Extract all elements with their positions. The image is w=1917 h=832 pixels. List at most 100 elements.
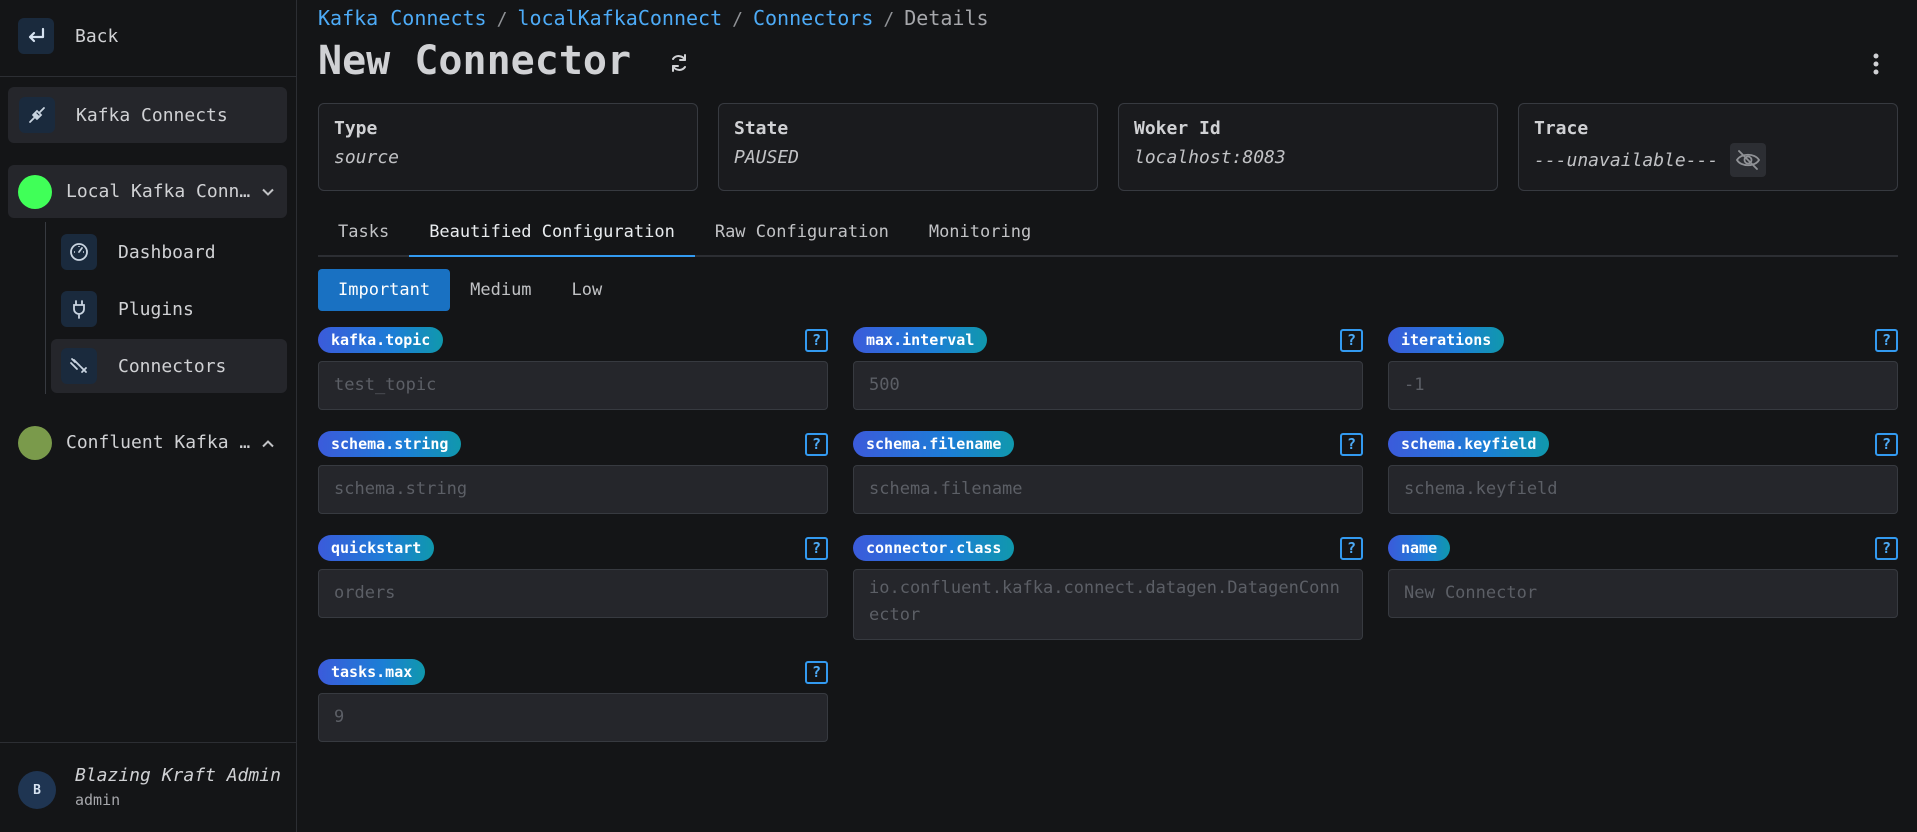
filter-important[interactable]: Important bbox=[318, 269, 451, 311]
avatar: B bbox=[18, 771, 56, 809]
card-label: Trace bbox=[1534, 118, 1589, 139]
sidebar-item-kafka-connects[interactable]: Kafka Connects bbox=[8, 87, 287, 143]
type-card: Type source bbox=[318, 103, 698, 191]
tab-beautified-configuration[interactable]: Beautified Configuration bbox=[409, 212, 695, 257]
more-options-icon[interactable] bbox=[1872, 52, 1880, 81]
breadcrumb-kafka-connects[interactable]: Kafka Connects bbox=[318, 6, 487, 30]
help-icon[interactable]: ? bbox=[805, 329, 828, 352]
card-label: Woker Id bbox=[1134, 118, 1221, 139]
help-icon[interactable]: ? bbox=[1875, 433, 1898, 456]
tab-tasks[interactable]: Tasks bbox=[318, 212, 409, 257]
field-input[interactable]: schema.keyfield bbox=[1388, 465, 1898, 514]
field-input[interactable]: -1 bbox=[1388, 361, 1898, 410]
breadcrumb-separator: / bbox=[732, 9, 743, 30]
sidebar-item-label: Confluent Kafka C… bbox=[66, 432, 256, 453]
field-key-badge: schema.filename bbox=[853, 431, 1015, 457]
field-input[interactable]: schema.filename bbox=[853, 465, 1363, 514]
config-field-quickstart: quickstart ? orders bbox=[318, 535, 828, 618]
card-value: source bbox=[334, 147, 400, 168]
field-key-badge: schema.string bbox=[318, 431, 462, 457]
back-button[interactable]: Back bbox=[18, 18, 118, 54]
config-field-connector-class: connector.class ? io.confluent.kafka.con… bbox=[853, 535, 1363, 640]
field-key-badge: name bbox=[1388, 535, 1451, 561]
breadcrumb-connectors[interactable]: Connectors bbox=[753, 6, 873, 30]
sidebar-item-label: Local Kafka Conne… bbox=[66, 181, 256, 202]
help-icon[interactable]: ? bbox=[1340, 329, 1363, 352]
breadcrumb-separator: / bbox=[496, 9, 508, 30]
worker-id-card: Woker Id localhost:8083 bbox=[1118, 103, 1498, 191]
sidebar-item-confluent-kafka-connect[interactable]: Confluent Kafka C… bbox=[8, 416, 287, 469]
field-key-badge: max.interval bbox=[853, 327, 988, 353]
card-label: Type bbox=[334, 118, 378, 139]
config-field-max-interval: max.interval ? 500 bbox=[853, 327, 1363, 410]
breadcrumb-current: Details bbox=[904, 6, 989, 30]
card-value: PAUSED bbox=[734, 147, 800, 168]
cluster-color-dot bbox=[18, 174, 52, 209]
help-icon[interactable]: ? bbox=[805, 433, 828, 456]
tab-monitoring[interactable]: Monitoring bbox=[909, 212, 1051, 257]
chevron-down-icon bbox=[261, 181, 275, 202]
page-title: New Connector bbox=[318, 38, 632, 84]
eye-off-icon[interactable] bbox=[1730, 143, 1767, 177]
field-key-badge: iterations bbox=[1388, 327, 1505, 353]
sidebar-item-label: Kafka Connects bbox=[76, 104, 228, 126]
config-field-schema-filename: schema.filename ? schema.filename bbox=[853, 431, 1363, 514]
help-icon[interactable]: ? bbox=[805, 537, 828, 560]
importance-filter: Important Medium Low bbox=[318, 269, 622, 311]
refresh-icon[interactable] bbox=[668, 52, 690, 79]
field-input[interactable]: New Connector bbox=[1388, 569, 1898, 618]
breadcrumb-local-kafka-connect[interactable]: localKafkaConnect bbox=[517, 6, 722, 30]
breadcrumb-separator: / bbox=[883, 9, 895, 30]
card-value: localhost:8083 bbox=[1134, 147, 1286, 168]
card-label: State bbox=[734, 118, 789, 139]
plug-icon bbox=[61, 291, 97, 327]
sidebar-item-dashboard[interactable]: Dashboard bbox=[51, 232, 287, 272]
config-field-schema-string: schema.string ? schema.string bbox=[318, 431, 828, 514]
tab-raw-configuration[interactable]: Raw Configuration bbox=[695, 212, 909, 257]
sidebar-item-label: Plugins bbox=[118, 298, 194, 320]
card-value-row: ---unavailable--- bbox=[1534, 143, 1882, 177]
user-profile[interactable]: B Blazing Kraft Admin admin bbox=[0, 742, 297, 832]
divider bbox=[0, 76, 297, 77]
sidebar-item-local-kafka-connect[interactable]: Local Kafka Conne… bbox=[8, 165, 287, 218]
help-icon[interactable]: ? bbox=[1340, 537, 1363, 560]
filter-low[interactable]: Low bbox=[552, 269, 623, 311]
gauge-icon bbox=[61, 234, 97, 270]
breadcrumb: Kafka Connects / localKafkaConnect / Con… bbox=[318, 6, 989, 30]
help-icon[interactable]: ? bbox=[805, 661, 828, 684]
config-field-tasks-max: tasks.max ? 9 bbox=[318, 659, 828, 742]
field-input[interactable]: 500 bbox=[853, 361, 1363, 410]
back-label: Back bbox=[75, 25, 119, 47]
state-card: State PAUSED bbox=[718, 103, 1098, 191]
config-field-kafka-topic: kafka.topic ? test_topic bbox=[318, 327, 828, 410]
field-input[interactable]: schema.string bbox=[318, 465, 828, 514]
cluster-color-dot bbox=[18, 425, 52, 460]
help-icon[interactable]: ? bbox=[1875, 537, 1898, 560]
field-key-badge: kafka.topic bbox=[318, 327, 444, 353]
field-key-badge: connector.class bbox=[853, 535, 1015, 561]
sidebar: Back Kafka Connects Local Kafka Conne… D… bbox=[0, 0, 297, 832]
sidebar-item-connectors[interactable]: Connectors bbox=[51, 339, 287, 393]
config-field-iterations: iterations ? -1 bbox=[1388, 327, 1898, 410]
sidebar-item-plugins[interactable]: Plugins bbox=[51, 289, 287, 329]
filter-medium[interactable]: Medium bbox=[450, 269, 551, 311]
help-icon[interactable]: ? bbox=[1340, 433, 1363, 456]
sidebar-item-label: Dashboard bbox=[118, 241, 216, 263]
user-name: Blazing Kraft Admin bbox=[75, 765, 281, 786]
chevron-up-icon bbox=[261, 432, 275, 453]
field-input[interactable]: test_topic bbox=[318, 361, 828, 410]
field-input[interactable]: 9 bbox=[318, 693, 828, 742]
trace-card: Trace ---unavailable--- bbox=[1518, 103, 1898, 191]
connector-icon bbox=[61, 348, 97, 384]
tree-line bbox=[45, 222, 46, 394]
user-role: admin bbox=[75, 791, 121, 809]
field-input[interactable]: orders bbox=[318, 569, 828, 618]
sidebar-item-label: Connectors bbox=[118, 355, 227, 377]
field-key-badge: tasks.max bbox=[318, 659, 426, 685]
field-input[interactable]: io.confluent.kafka.connect.datagen.Datag… bbox=[853, 569, 1363, 640]
tab-bar: Tasks Beautified Configuration Raw Confi… bbox=[318, 212, 1898, 257]
config-field-schema-keyfield: schema.keyfield ? schema.keyfield bbox=[1388, 431, 1898, 514]
field-key-badge: schema.keyfield bbox=[1388, 431, 1550, 457]
config-field-name: name ? New Connector bbox=[1388, 535, 1898, 618]
help-icon[interactable]: ? bbox=[1875, 329, 1898, 352]
